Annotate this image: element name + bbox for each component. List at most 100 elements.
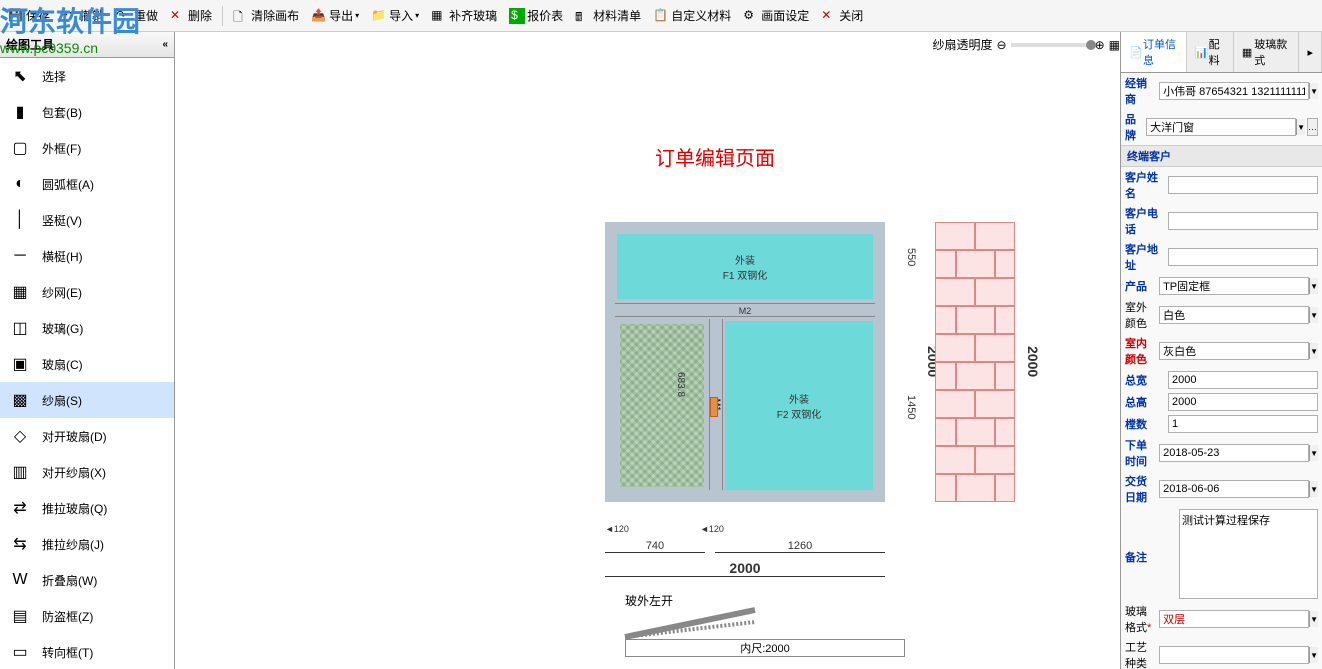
cust-name-input[interactable] <box>1168 176 1318 194</box>
transparency-slider[interactable] <box>1011 43 1091 47</box>
craft-input[interactable] <box>1159 646 1309 664</box>
tab-more[interactable]: ▸ <box>1299 32 1322 72</box>
brand-input[interactable] <box>1146 118 1296 136</box>
height-input[interactable] <box>1168 393 1318 411</box>
close-button[interactable]: ✕关闭 <box>817 5 867 26</box>
canvas-area[interactable]: 纱扇透明度 ⊖ ⊕ ▦ 订单编辑页面 外装 F1 双钢化 M2 M1 外装 F2… <box>175 32 1120 669</box>
tool-icon: ▦ <box>10 282 30 302</box>
in-color-input[interactable] <box>1159 342 1309 360</box>
dealer-input[interactable] <box>1159 82 1309 100</box>
dropdown-icon[interactable]: ▼ <box>1309 445 1318 461</box>
property-list: 经销商▼ 品牌▼… 终端客户 客户姓名 客户电话 客户地址 产品▼ 室外颜色▼ … <box>1121 73 1322 669</box>
glass-fmt-input[interactable] <box>1159 610 1309 628</box>
in-color-label: 室内颜色 <box>1125 335 1159 367</box>
tool-label: 折叠扇(W) <box>42 572 97 589</box>
tool-icon: ▮ <box>10 102 30 122</box>
qty-input[interactable] <box>1168 415 1318 433</box>
tool-item[interactable]: │竖梃(V) <box>0 202 174 238</box>
more-icon[interactable]: ▦ <box>1109 38 1120 52</box>
screen-sash[interactable] <box>617 321 707 490</box>
tool-item[interactable]: ▤防盗框(Z) <box>0 598 174 634</box>
tool-icon: ⇆ <box>10 534 30 554</box>
tool-label: 玻扇(C) <box>42 356 83 373</box>
tool-item[interactable]: ▮包套(B) <box>0 94 174 130</box>
tool-item[interactable]: ⇆ 推拉纱扇(J) <box>0 526 174 562</box>
horizontal-mullion[interactable]: M2 <box>615 303 875 317</box>
dropdown-icon[interactable]: ▼ <box>1309 307 1318 323</box>
fill-glass-button[interactable]: ▦补齐玻璃 <box>427 5 501 26</box>
tool-label: 推拉纱扇(J) <box>42 536 104 553</box>
collapse-icon[interactable]: « <box>162 39 168 50</box>
glass-fmt-label: 玻璃格式 <box>1125 603 1159 635</box>
quote-button[interactable]: $报价表 <box>505 5 567 26</box>
cust-phone-input[interactable] <box>1168 212 1318 230</box>
clear-icon: 🗋 <box>233 8 249 24</box>
tool-item[interactable]: ⬉选择 <box>0 58 174 94</box>
dropdown-icon[interactable]: ▼ <box>1309 343 1318 359</box>
tool-item[interactable]: ◇对开玻扇(D) <box>0 418 174 454</box>
delivery-input[interactable] <box>1159 480 1309 498</box>
undo-icon: ↶ <box>62 8 78 24</box>
tool-item[interactable]: ▩纱扇(S) <box>0 382 174 418</box>
glass-icon: ▦ <box>1242 46 1252 58</box>
custom-material-button[interactable]: 📋自定义材料 <box>649 5 735 26</box>
delete-button[interactable]: ✕删除 <box>166 5 216 26</box>
cust-addr-input[interactable] <box>1168 248 1318 266</box>
material-icon: 📋 <box>653 8 669 24</box>
tool-item[interactable]: ◐圆弧框(A) <box>0 166 174 202</box>
right-glass-pane[interactable]: 外装 F2 双钢化 <box>725 321 873 490</box>
order-time-input[interactable] <box>1159 444 1309 462</box>
tool-item[interactable]: ▣玻扇(C) <box>0 346 174 382</box>
tool-item[interactable]: ⇄推拉玻扇(Q) <box>0 490 174 526</box>
out-color-input[interactable] <box>1159 306 1309 324</box>
width-input[interactable] <box>1168 371 1318 389</box>
tab-material[interactable]: 📊配料 <box>1187 32 1234 72</box>
tool-icon: ▥ <box>10 462 30 482</box>
clear-canvas-button[interactable]: 🗋清除画布 <box>229 5 303 26</box>
tool-icon: ▤ <box>10 606 30 626</box>
export-button[interactable]: 📤导出▾ <box>307 5 363 26</box>
dropdown-icon[interactable]: ▼ <box>1309 278 1318 294</box>
minus-icon[interactable]: ⊖ <box>997 38 1007 52</box>
dropdown-icon[interactable]: ▼ <box>1309 611 1318 627</box>
settings-icon: ⚙ <box>743 8 759 24</box>
tool-label: 纱扇(S) <box>42 392 82 409</box>
dropdown-icon[interactable]: ▼ <box>1309 83 1318 99</box>
undo-button[interactable]: ↶撤销 <box>58 5 108 26</box>
height-label: 总高 <box>1125 394 1168 410</box>
tool-icon: W <box>10 570 30 590</box>
tool-label: 推拉玻扇(Q) <box>42 500 107 517</box>
tool-item[interactable]: ─横梃(H) <box>0 238 174 274</box>
delivery-label: 交货日期 <box>1125 473 1159 505</box>
top-glass-pane[interactable]: 外装 F1 双钢化 <box>617 234 873 299</box>
tool-item[interactable]: ▥ 对开纱扇(X) <box>0 454 174 490</box>
calc-button[interactable]: 🖩材料清单 <box>571 5 645 26</box>
tool-label: 对开纱扇(X) <box>42 464 106 481</box>
handle[interactable] <box>710 397 718 417</box>
tab-order-info[interactable]: 📄订单信息 <box>1121 32 1187 72</box>
tool-item[interactable]: ▦纱网(E) <box>0 274 174 310</box>
material-icon: 📊 <box>1195 46 1207 58</box>
canvas-settings-button[interactable]: ⚙画面设定 <box>739 5 813 26</box>
dropdown-icon[interactable]: ▼ <box>1309 481 1318 497</box>
tool-item[interactable]: ◫玻璃(G) <box>0 310 174 346</box>
note-label: 备注 <box>1125 509 1179 565</box>
note-input[interactable] <box>1179 509 1318 599</box>
tab-glass-style[interactable]: ▦玻璃款式 <box>1234 32 1300 72</box>
brand-more-button[interactable]: … <box>1307 118 1318 136</box>
tool-label: 圆弧框(A) <box>42 176 94 193</box>
dropdown-icon[interactable]: ▼ <box>1296 119 1305 135</box>
save-button[interactable]: 💾保存 <box>4 5 54 26</box>
tool-item[interactable]: ▢外框(F) <box>0 130 174 166</box>
import-button[interactable]: 📁导入▾ <box>367 5 423 26</box>
redo-button[interactable]: ↷重做 <box>112 5 162 26</box>
window-drawing[interactable]: 外装 F1 双钢化 M2 M1 外装 F2 双钢化 ◄120 ◄120 740 … <box>605 222 885 502</box>
plus-icon[interactable]: ⊕ <box>1095 38 1105 52</box>
order-time-label: 下单时间 <box>1125 437 1159 469</box>
product-input[interactable] <box>1159 277 1309 295</box>
secondary-drawing[interactable]: 玻外左开 内尺:2000 <box>625 592 905 657</box>
tool-icon: ─ <box>10 246 30 266</box>
tool-item[interactable]: ▭转向框(T) <box>0 634 174 669</box>
tool-item[interactable]: W 折叠扇(W) <box>0 562 174 598</box>
dropdown-icon[interactable]: ▼ <box>1309 647 1318 663</box>
